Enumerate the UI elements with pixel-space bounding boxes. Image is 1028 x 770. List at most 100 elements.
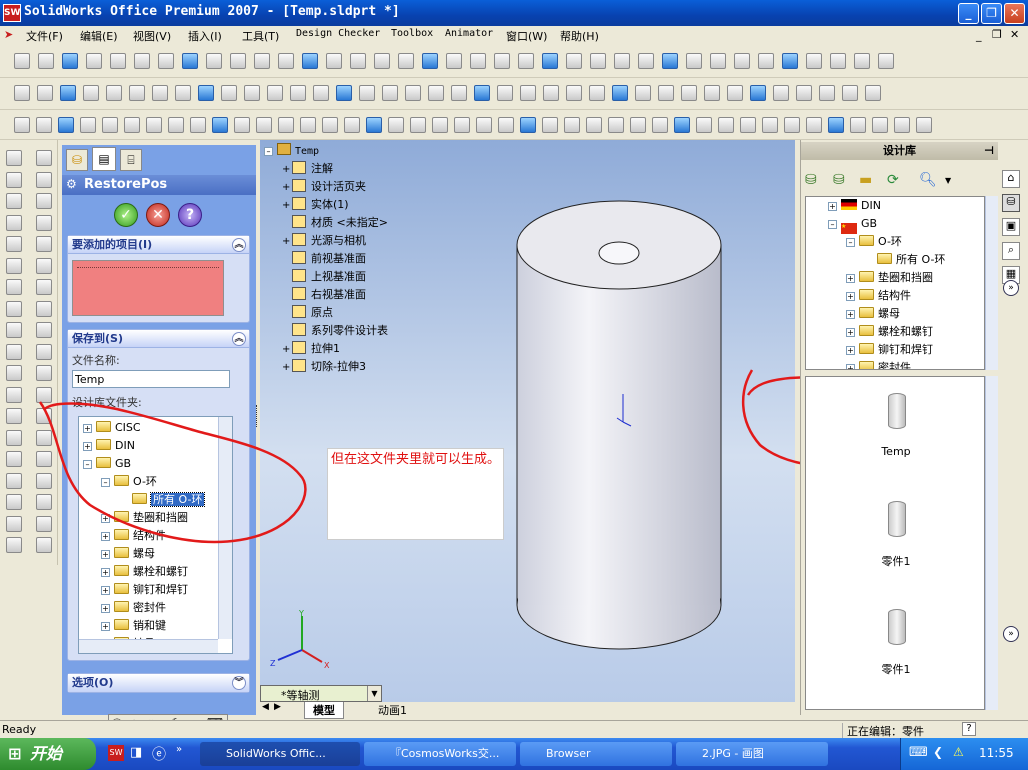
tool-button-icon[interactable]: [36, 343, 52, 360]
toolbar-button-icon[interactable]: [520, 117, 536, 133]
doc-restore-button[interactable]: ❐: [992, 28, 1002, 41]
tray-ime-icon[interactable]: ⌨: [909, 745, 928, 760]
toolbar-button-icon[interactable]: [336, 85, 352, 101]
toolbar-button-icon[interactable]: [344, 117, 360, 133]
library-preview-item[interactable]: 零件1: [826, 601, 966, 691]
tool-button-icon[interactable]: [6, 300, 22, 317]
toolbar-button-icon[interactable]: [586, 117, 602, 133]
cylinder-hole[interactable]: [598, 241, 640, 265]
toolbar-button-icon[interactable]: [83, 85, 99, 101]
toolbar-button-icon[interactable]: [614, 53, 630, 69]
expand-node-icon[interactable]: +: [101, 586, 110, 595]
doc-minimize-button[interactable]: _: [976, 29, 982, 42]
toolbar-button-icon[interactable]: [14, 85, 30, 101]
toolbar-button-icon[interactable]: [322, 117, 338, 133]
feature-tree-item[interactable]: 上视基准面: [282, 268, 366, 286]
tool-button-icon[interactable]: [6, 343, 22, 360]
expand-node-icon[interactable]: +: [282, 179, 292, 197]
toolbar-button-icon[interactable]: [894, 117, 910, 133]
toolbar-button-icon[interactable]: [14, 53, 30, 69]
view-orientation-dropdown[interactable]: *等轴测 ▼: [260, 685, 382, 702]
toolbar-button-icon[interactable]: [398, 53, 414, 69]
tool-button-icon[interactable]: [36, 365, 52, 381]
toolbar-button-icon[interactable]: [106, 85, 122, 101]
folder-tree-item[interactable]: + CISC: [83, 419, 141, 437]
expand-node-icon[interactable]: +: [282, 161, 292, 179]
toolbar-button-icon[interactable]: [542, 117, 558, 133]
menu-toolbox[interactable]: Toolbox: [391, 28, 433, 39]
toolbar-button-icon[interactable]: [102, 117, 118, 133]
toolbar-button-icon[interactable]: [696, 117, 712, 133]
tool-button-icon[interactable]: [6, 214, 22, 231]
tool-button-icon[interactable]: [6, 150, 22, 166]
tool-button-icon[interactable]: [36, 150, 52, 166]
toolbar-button-icon[interactable]: [428, 85, 444, 101]
folder-tree-item[interactable]: – GB: [83, 455, 131, 473]
tab-scroll-right[interactable]: ▶: [274, 702, 281, 712]
tool-button-icon[interactable]: [6, 451, 22, 467]
toolbar-button-icon[interactable]: [168, 117, 184, 133]
feature-tree-item[interactable]: + 注解: [282, 160, 333, 178]
expand-node-icon[interactable]: +: [101, 604, 110, 613]
doc-close-button[interactable]: ✕: [1010, 28, 1019, 41]
toolbar-button-icon[interactable]: [686, 53, 702, 69]
tool-button-icon[interactable]: [6, 257, 22, 274]
collapse-node-icon[interactable]: –: [828, 220, 837, 229]
collapse-arrow-icon[interactable]: »: [1003, 626, 1019, 642]
toolbar-button-icon[interactable]: [146, 117, 162, 133]
toolbar-button-icon[interactable]: [278, 117, 294, 133]
library-tree-item[interactable]: + 密封件: [846, 359, 911, 369]
toolbar-button-icon[interactable]: [543, 85, 559, 101]
collapse-icon[interactable]: ︽: [232, 238, 246, 252]
toolbar-button-icon[interactable]: [190, 117, 206, 133]
expand-node-icon[interactable]: +: [828, 202, 837, 211]
library-tree-item[interactable]: + 垫圈和挡圈: [846, 269, 933, 287]
toolbar-button-icon[interactable]: [152, 85, 168, 101]
cancel-button[interactable]: ✕: [146, 203, 170, 227]
feature-tree-item[interactable]: 系列零件设计表: [282, 322, 388, 340]
library-preview-item[interactable]: 零件1: [826, 493, 966, 583]
tool-button-icon[interactable]: [36, 386, 52, 403]
toolbar-button-icon[interactable]: [916, 117, 932, 133]
toolbar-button-icon[interactable]: [704, 85, 720, 101]
collapse-node-icon[interactable]: –: [846, 238, 855, 247]
toolbar-button-icon[interactable]: [878, 53, 894, 69]
expand-icon[interactable]: ︾: [232, 676, 246, 690]
feature-tree-item[interactable]: + 实体(1): [282, 196, 349, 214]
toolbar-button-icon[interactable]: [382, 85, 398, 101]
tab-scroll-left[interactable]: ◀: [262, 702, 269, 712]
tool-button-icon[interactable]: [6, 429, 22, 446]
folder-tree-item[interactable]: + 销和键: [101, 617, 166, 635]
toolbar-button-icon[interactable]: [734, 53, 750, 69]
toolbar-button-icon[interactable]: [410, 117, 426, 133]
folder-tree-item[interactable]: + 螺栓和螺钉: [101, 563, 188, 581]
expand-node-icon[interactable]: +: [101, 514, 110, 523]
toolbar-button-icon[interactable]: [727, 85, 743, 101]
toolbar-button-icon[interactable]: [806, 53, 822, 69]
toolbar-button-icon[interactable]: [865, 85, 881, 101]
expand-node-icon[interactable]: +: [282, 197, 292, 215]
toolbar-button-icon[interactable]: [110, 53, 126, 69]
toolbar-button-icon[interactable]: [14, 117, 30, 133]
library-tree-item[interactable]: – ★ GB: [828, 215, 877, 234]
toolbar-button-icon[interactable]: [758, 53, 774, 69]
quicklaunch-more-icon[interactable]: »: [176, 744, 182, 755]
expand-node-icon[interactable]: +: [101, 622, 110, 631]
pin-icon[interactable]: ⊣: [984, 142, 994, 160]
toolbar-button-icon[interactable]: [566, 53, 582, 69]
expand-node-icon[interactable]: +: [101, 532, 110, 541]
add-file-location-icon[interactable]: ⛁: [833, 172, 845, 188]
tool-button-icon[interactable]: [6, 171, 22, 188]
create-folder-icon[interactable]: ▬: [859, 172, 872, 188]
toolbar-button-icon[interactable]: [564, 117, 580, 133]
tool-button-icon[interactable]: [36, 279, 52, 295]
toolbar-button-icon[interactable]: [230, 53, 246, 69]
folder-tree-item[interactable]: 所有 O-环: [119, 491, 206, 509]
tool-button-icon[interactable]: [6, 322, 22, 338]
folder-tree-item[interactable]: + DIN: [83, 437, 135, 455]
folder-tree-item[interactable]: + 结构件: [101, 527, 166, 545]
toolbar-button-icon[interactable]: [446, 53, 462, 69]
toolbar-button-icon[interactable]: [388, 117, 404, 133]
toolbar-button-icon[interactable]: [740, 117, 756, 133]
toolbar-button-icon[interactable]: [366, 117, 382, 133]
